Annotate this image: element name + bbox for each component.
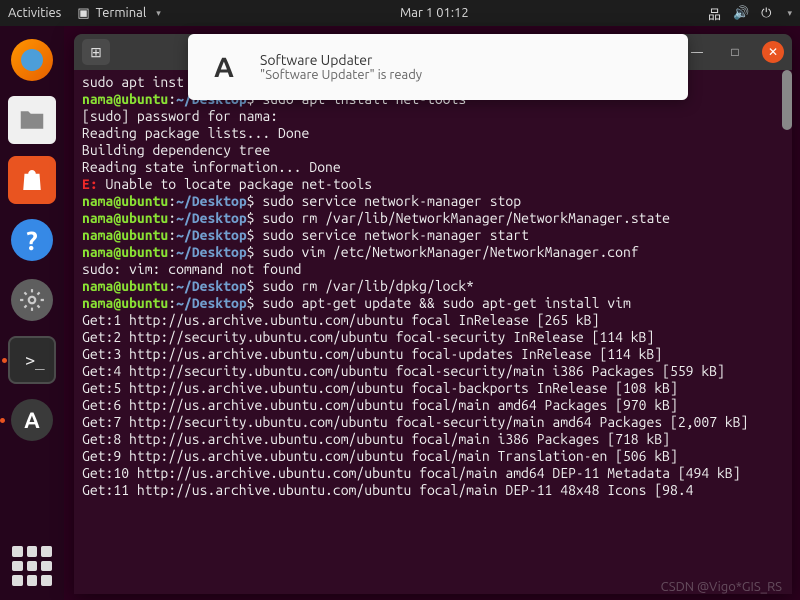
watermark: CSDN @Vigo*GIS_RS xyxy=(661,580,782,594)
prompt-dollar: $ xyxy=(247,227,255,243)
app-menu[interactable]: ▣ Terminal ▾ xyxy=(77,6,160,21)
notification-body: "Software Updater" is ready xyxy=(260,68,422,82)
firefox-icon xyxy=(11,39,53,81)
prompt-user: nama@ubuntu xyxy=(82,193,168,209)
dock-software[interactable] xyxy=(8,156,56,204)
shopping-bag-icon xyxy=(17,165,47,195)
help-icon: ? xyxy=(11,219,53,261)
prompt-icon: >_ xyxy=(25,351,44,370)
prompt-path: ~/Desktop xyxy=(176,210,247,226)
text: Get:6 http://us.archive.ubuntu.com/ubunt… xyxy=(82,397,678,413)
prompt-dollar: $ xyxy=(247,278,255,294)
dock-terminal[interactable]: >_ xyxy=(8,336,56,384)
maximize-button[interactable]: □ xyxy=(724,41,746,63)
notification[interactable]: A Software Updater "Software Updater" is… xyxy=(188,34,688,100)
text: Get:2 http://security.ubuntu.com/ubuntu … xyxy=(82,329,654,345)
dock-updater[interactable]: A xyxy=(8,396,56,444)
command: sudo apt-get update && sudo apt-get inst… xyxy=(262,295,630,311)
text: sudo apt inst xyxy=(82,74,184,90)
prompt-user: nama@ubuntu xyxy=(82,278,168,294)
text: Get:10 http://us.archive.ubuntu.com/ubun… xyxy=(82,465,741,481)
minimize-button[interactable]: — xyxy=(686,41,708,63)
text: Get:8 http://us.archive.ubuntu.com/ubunt… xyxy=(82,431,670,447)
dock-files[interactable] xyxy=(8,96,56,144)
clock[interactable]: Mar 1 01:12 xyxy=(161,6,708,20)
updater-a-icon: A xyxy=(11,399,53,441)
prompt-path: ~/Desktop xyxy=(176,244,247,260)
prompt-user: nama@ubuntu xyxy=(82,244,168,260)
volume-icon[interactable]: 🔊 xyxy=(733,6,749,21)
prompt-dollar: $ xyxy=(247,244,255,260)
top-bar: Activities ▣ Terminal ▾ Mar 1 01:12 品 🔊 … xyxy=(0,0,800,26)
text: sudo: vim: command not found xyxy=(82,261,302,277)
command: sudo service network-manager stop xyxy=(262,193,521,209)
network-icon[interactable]: 品 xyxy=(708,4,721,23)
chevron-down-icon: ▾ xyxy=(787,8,792,19)
new-tab-icon: ⊞ xyxy=(90,44,102,61)
command: sudo rm /var/lib/dpkg/lock* xyxy=(262,278,474,294)
error-label: E: xyxy=(82,176,98,192)
terminal-small-icon: ▣ xyxy=(77,6,89,21)
close-button[interactable]: ✕ xyxy=(762,41,784,63)
chevron-down-icon: ▾ xyxy=(156,8,161,19)
dock: ? >_ A xyxy=(0,26,64,600)
text: Get:7 http://security.ubuntu.com/ubuntu … xyxy=(82,414,748,430)
prompt-path: ~/Desktop xyxy=(176,227,247,243)
prompt-user: nama@ubuntu xyxy=(82,295,168,311)
text: Get:3 http://us.archive.ubuntu.com/ubunt… xyxy=(82,346,662,362)
prompt-dollar: $ xyxy=(247,210,255,226)
text: Reading package lists... Done xyxy=(82,125,309,141)
new-tab-button[interactable]: ⊞ xyxy=(82,39,110,65)
text: Get:9 http://us.archive.ubuntu.com/ubunt… xyxy=(82,448,678,464)
dock-firefox[interactable] xyxy=(8,36,56,84)
command: sudo service network-manager start xyxy=(262,227,529,243)
prompt-dollar: $ xyxy=(247,295,255,311)
prompt-path: ~/Desktop xyxy=(176,278,247,294)
text: Reading state information... Done xyxy=(82,159,341,175)
show-applications[interactable] xyxy=(12,546,52,586)
dock-settings[interactable] xyxy=(8,276,56,324)
text: [sudo] password for nama: xyxy=(82,108,278,124)
command: sudo vim /etc/NetworkManager/NetworkMana… xyxy=(262,244,638,260)
text: Building dependency tree xyxy=(82,142,270,158)
terminal-output[interactable]: sudo apt inst nama@ubuntu:~/Desktop$ sud… xyxy=(74,70,792,594)
prompt-user: nama@ubuntu xyxy=(82,91,168,107)
dock-help[interactable]: ? xyxy=(8,216,56,264)
text: Get:1 http://us.archive.ubuntu.com/ubunt… xyxy=(82,312,599,328)
activities-button[interactable]: Activities xyxy=(8,6,61,20)
text: Get:5 http://us.archive.ubuntu.com/ubunt… xyxy=(82,380,678,396)
prompt-user: nama@ubuntu xyxy=(82,227,168,243)
prompt-path: ~/Desktop xyxy=(176,193,247,209)
notification-title: Software Updater xyxy=(260,52,422,68)
text: Get:11 http://us.archive.ubuntu.com/ubun… xyxy=(82,482,694,498)
updater-a-icon: A xyxy=(204,47,244,87)
folder-icon xyxy=(17,105,47,135)
terminal-window: ⊞ — □ ✕ sudo apt inst nama@ubuntu:~/Desk… xyxy=(74,34,792,594)
prompt-user: nama@ubuntu xyxy=(82,210,168,226)
prompt-path: ~/Desktop xyxy=(176,295,247,311)
prompt-dollar: $ xyxy=(247,193,255,209)
text: Get:4 http://security.ubuntu.com/ubuntu … xyxy=(82,363,725,379)
power-icon[interactable]: ⏻ xyxy=(761,6,771,21)
error-text: Unable to locate package net-tools xyxy=(98,176,372,192)
command: sudo rm /var/lib/NetworkManager/NetworkM… xyxy=(262,210,670,226)
gear-icon xyxy=(11,279,53,321)
app-menu-label: Terminal xyxy=(96,6,147,20)
